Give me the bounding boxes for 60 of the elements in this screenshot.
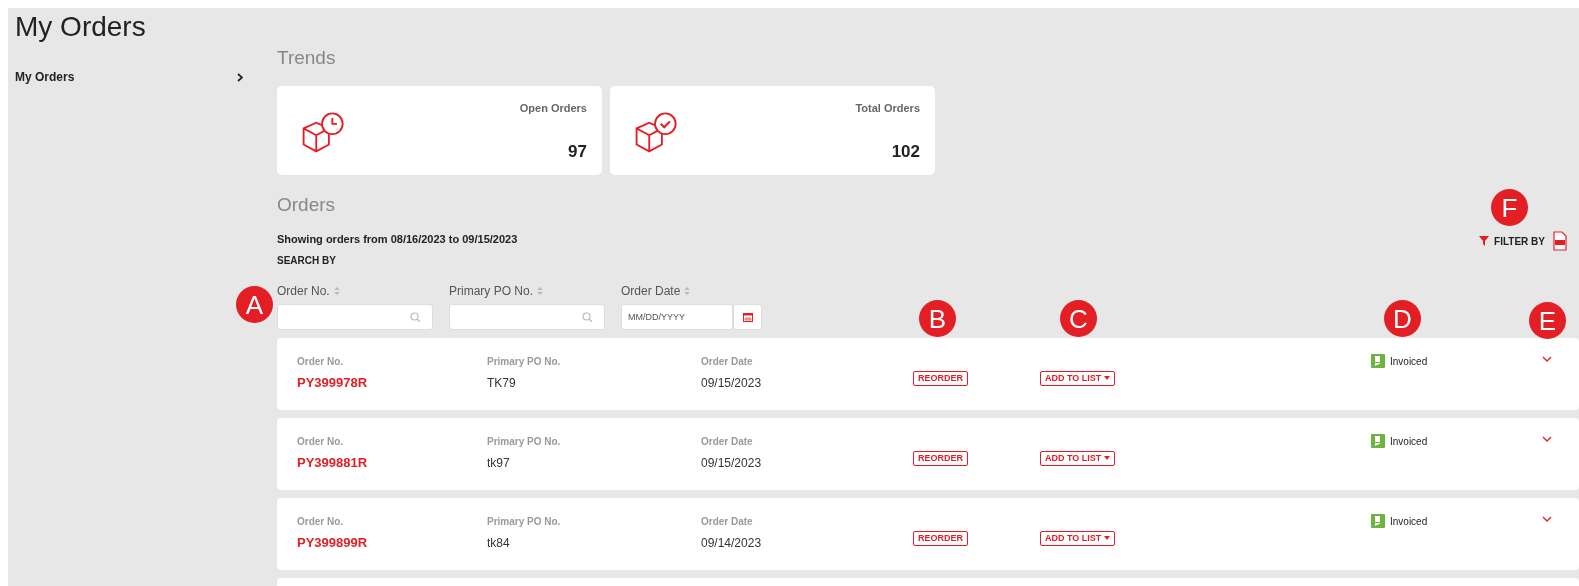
sidebar-item[interactable]: My Orders <box>15 68 243 86</box>
stat-value: 102 <box>890 140 920 163</box>
filter-label: Order No. <box>277 282 330 300</box>
field-label: Primary PO No. <box>487 354 562 369</box>
stat-label: Total Orders <box>855 101 920 116</box>
search-by-label: SEARCH BY <box>277 253 337 268</box>
field-label: Order No. <box>297 354 345 369</box>
funnel-icon <box>1479 236 1490 246</box>
order-date: 09/15/2023 <box>701 374 763 392</box>
add-to-list-button[interactable]: ADD TO LIST <box>1040 370 1116 386</box>
add-to-list-button[interactable]: ADD TO LIST <box>1040 450 1116 466</box>
status-label: Invoiced <box>1371 353 1542 369</box>
po-number: tk97 <box>487 454 511 472</box>
search-icon <box>582 311 592 322</box>
po-number: tk84 <box>487 534 511 552</box>
field-label: Order Date <box>701 434 754 449</box>
field-label: Order Date <box>701 514 754 529</box>
caret-icon <box>1104 456 1111 460</box>
caret-icon <box>1104 376 1111 380</box>
chevron-down-icon[interactable] <box>1542 435 1552 442</box>
reorder-button[interactable]: REORDER <box>913 450 968 466</box>
section-title: Trends <box>277 46 336 70</box>
status-label: Invoiced <box>1371 433 1542 449</box>
chevron-down-icon[interactable] <box>1542 355 1552 362</box>
calendar-icon <box>742 311 753 322</box>
order-date: 09/14/2023 <box>701 534 763 552</box>
date-field[interactable]: MM/DD/YYYY <box>621 303 733 330</box>
caret-icon <box>1104 536 1111 540</box>
chevron-down-icon[interactable] <box>1542 515 1552 522</box>
order-number-link[interactable]: PY399899R <box>297 532 487 552</box>
filter-button[interactable]: FILTER BY <box>1479 233 1545 249</box>
invoice-status-icon <box>1371 354 1385 368</box>
section-title: Orders <box>277 193 336 217</box>
search-field[interactable] <box>277 303 433 330</box>
order-date: 09/15/2023 <box>701 454 763 472</box>
stat-value: 97 <box>567 140 587 163</box>
stat-label: Open Orders <box>519 101 587 116</box>
page-title: My Orders <box>15 10 147 44</box>
order-number-link[interactable]: PY399978R <box>297 372 487 392</box>
search-icon <box>410 311 420 322</box>
reorder-button[interactable]: REORDER <box>913 530 968 546</box>
calendar-button[interactable] <box>733 303 762 330</box>
invoice-status-icon <box>1371 514 1385 528</box>
field-label: Order Date <box>701 354 754 369</box>
field-label: Order No. <box>297 514 345 529</box>
filter-label: Order Date <box>621 282 681 300</box>
invoice-status-icon <box>1371 434 1385 448</box>
spreadsheet-file-icon[interactable] <box>1553 231 1567 251</box>
search-field[interactable] <box>449 303 605 330</box>
po-number: TK79 <box>487 374 517 392</box>
filter-label: Primary PO No. <box>449 282 533 300</box>
field-label: Primary PO No. <box>487 514 562 529</box>
field-label: Order No. <box>297 434 345 449</box>
reorder-button[interactable]: REORDER <box>913 370 968 386</box>
status-label: Invoiced <box>1371 513 1542 529</box>
field-label: Primary PO No. <box>487 434 562 449</box>
add-to-list-button[interactable]: ADD TO LIST <box>1040 530 1116 546</box>
order-number-link[interactable]: PY399881R <box>297 452 487 472</box>
date-range-text: Showing orders from 08/16/2023 to 09/15/2023 <box>277 232 518 247</box>
chevron-right-icon <box>237 72 243 82</box>
